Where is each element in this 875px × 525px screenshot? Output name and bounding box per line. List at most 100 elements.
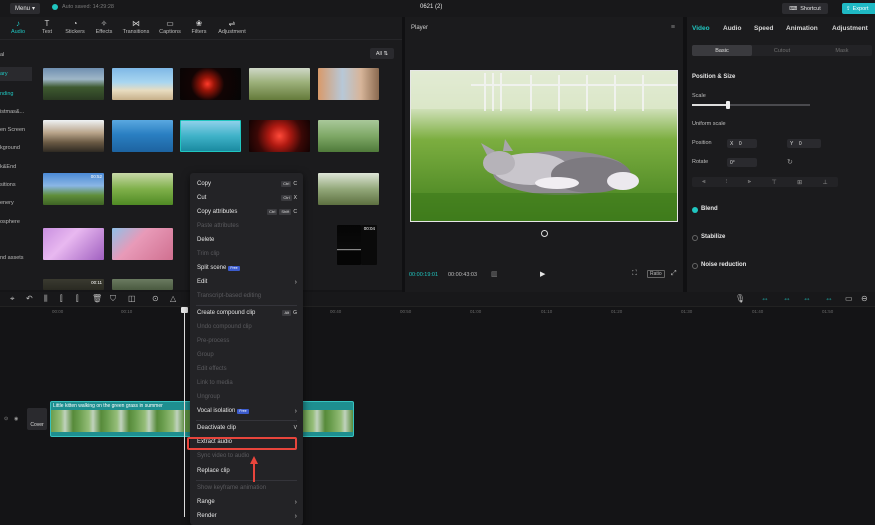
timecode-icon[interactable]: ▥	[491, 270, 498, 278]
sidebar-item-intro-end[interactable]: k&End	[0, 160, 32, 174]
tab-animation[interactable]: Animation	[786, 25, 818, 32]
noise-reduction-checkbox[interactable]	[692, 263, 698, 269]
sidebar-item-brand-assets[interactable]: nd assets	[0, 251, 32, 265]
filter-all-button[interactable]: All ⇅	[370, 48, 394, 59]
media-thumbnail[interactable]	[112, 173, 173, 205]
subtab-basic[interactable]: Basic	[692, 45, 752, 56]
menu-button[interactable]: Menu ▾	[10, 3, 40, 14]
timeline[interactable]: 00:00 00:10 00:20 00:30 00:40 00:50 01:0…	[0, 307, 875, 525]
zoom-icon[interactable]: ⊖	[861, 294, 868, 303]
tab-stickers[interactable]: ◔ Stickers	[62, 19, 88, 35]
menu-item-cut[interactable]: Cut Ctrl X	[197, 192, 297, 204]
menu-item-deactivate-clip[interactable]: Deactivate clip V	[197, 422, 297, 434]
align-right-icon[interactable]: ⫸	[748, 179, 751, 186]
fullscreen-icon[interactable]: ⤢	[671, 270, 677, 278]
split-icon[interactable]: ⫼	[44, 294, 48, 304]
media-thumbnail[interactable]: 00:11	[43, 279, 104, 290]
menu-item-copy[interactable]: Copy Ctrl C	[197, 178, 297, 190]
delete-icon[interactable]: 🗑	[92, 294, 102, 303]
subtab-cutout[interactable]: Cutout	[752, 45, 812, 56]
media-thumbnail[interactable]	[112, 68, 173, 100]
stabilize-checkbox[interactable]	[692, 235, 698, 241]
mic-icon[interactable]: 🎙	[735, 294, 745, 303]
media-thumbnail[interactable]	[43, 68, 104, 100]
sidebar-item-green-screen[interactable]: en Screen	[0, 123, 32, 137]
menu-item-range[interactable]: Range ›	[197, 496, 297, 508]
media-thumbnail[interactable]: 00:52	[43, 173, 104, 205]
freeze-icon[interactable]: ◫	[128, 294, 136, 303]
export-button[interactable]: ⇪ Export	[842, 3, 875, 14]
tab-speed[interactable]: Speed	[754, 25, 774, 32]
fit-screen-icon[interactable]: ⛶	[632, 270, 637, 278]
menu-item-replace-clip[interactable]: Replace clip	[197, 465, 297, 477]
split-right-icon[interactable]: ⫿	[76, 294, 79, 304]
split-left-icon[interactable]: ⫿	[60, 294, 63, 304]
sidebar-item-library[interactable]: ary	[0, 67, 32, 81]
player-menu-icon[interactable]: ≡	[671, 24, 675, 31]
shield-icon[interactable]: ⛉	[110, 294, 116, 304]
tab-audio-props[interactable]: Audio	[723, 25, 741, 32]
preview-axis-icon[interactable]: ⇔	[803, 294, 811, 303]
caption-icon[interactable]: ▭	[845, 294, 853, 303]
media-thumbnail[interactable]	[318, 173, 379, 205]
blend-checkbox[interactable]	[692, 207, 698, 213]
warning-icon[interactable]: △	[170, 294, 176, 303]
playhead-handle[interactable]	[181, 307, 188, 313]
tab-filters[interactable]: ❀ Filters	[188, 19, 210, 35]
menu-item-render[interactable]: Render ›	[197, 510, 297, 522]
align-top-icon[interactable]: ⊤	[772, 179, 777, 186]
cover-button[interactable]: Cover	[27, 408, 47, 430]
snap-icon[interactable]: ⇔	[783, 294, 791, 303]
position-x-field[interactable]: X 0	[727, 139, 757, 148]
link-icon[interactable]: ⇔	[761, 294, 769, 303]
media-thumbnail[interactable]	[112, 120, 173, 152]
tab-adjustment-props[interactable]: Adjustment	[832, 25, 868, 32]
media-thumbnail[interactable]	[337, 225, 361, 265]
align-center-icon[interactable]: ⫶	[726, 179, 728, 186]
media-thumbnail[interactable]: 00:04	[361, 225, 377, 265]
select-icon[interactable]: ⌖	[10, 294, 15, 304]
shortcut-button[interactable]: ⌨ Shortcut	[782, 3, 828, 14]
menu-item-vocal-isolation[interactable]: Vocal isolation Free ›	[197, 405, 297, 417]
media-thumbnail[interactable]	[318, 120, 379, 152]
ratio-button[interactable]: Ratio	[647, 270, 665, 278]
playhead[interactable]	[184, 307, 185, 517]
media-thumbnail[interactable]	[180, 120, 241, 152]
media-thumbnail[interactable]	[249, 120, 310, 152]
tab-audio[interactable]: ♪ Audio	[8, 19, 28, 35]
video-preview[interactable]	[410, 70, 678, 222]
tab-captions[interactable]: ▭ Captions	[155, 19, 185, 35]
media-thumbnail[interactable]	[43, 228, 104, 260]
menu-item-create-compound-clip[interactable]: Create compound clip Alt G	[197, 307, 297, 319]
magnet-icon[interactable]: ⇔	[825, 294, 833, 303]
project-title[interactable]: 0621 (2)	[420, 4, 442, 10]
media-thumbnail[interactable]	[112, 279, 173, 290]
align-bottom-icon[interactable]: ⊥	[823, 179, 828, 186]
play-circle-icon[interactable]: ⊙	[152, 294, 159, 303]
lock-icon[interactable]: ⊙	[4, 416, 8, 422]
media-thumbnail[interactable]	[249, 68, 310, 100]
rotate-handle-icon[interactable]	[541, 230, 548, 237]
media-thumbnail[interactable]	[318, 68, 379, 100]
sidebar-item-atmosphere[interactable]: osphere	[0, 215, 32, 229]
sidebar-item-trending[interactable]: nding	[0, 87, 32, 101]
menu-item-delete[interactable]: Delete	[197, 234, 297, 246]
menu-item-edit[interactable]: Edit ›	[197, 276, 297, 288]
tab-effects[interactable]: ✧ Effects	[93, 19, 115, 35]
sidebar-item-all[interactable]: al	[0, 48, 32, 62]
menu-item-copy-attributes[interactable]: Copy attributes Ctrl Shift C	[197, 206, 297, 218]
sidebar-item-transitions[interactable]: sitions	[0, 178, 32, 192]
menu-item-split-scene[interactable]: Split scene Free	[197, 262, 297, 274]
media-thumbnail[interactable]	[112, 228, 173, 260]
align-left-icon[interactable]: ⫷	[702, 179, 705, 186]
undo-icon[interactable]: ↶	[26, 294, 33, 303]
sidebar-item-background[interactable]: kground	[0, 141, 32, 155]
play-icon[interactable]: ▶	[540, 270, 545, 278]
position-y-field[interactable]: Y 0	[787, 139, 821, 148]
scale-slider-handle[interactable]	[726, 101, 730, 109]
scale-slider[interactable]	[692, 101, 810, 109]
eye-icon[interactable]: ◉	[14, 416, 18, 422]
tab-text[interactable]: T Text	[37, 19, 57, 35]
rotate-reset-icon[interactable]: ↻	[787, 158, 793, 166]
subtab-mask[interactable]: Mask	[812, 45, 872, 56]
